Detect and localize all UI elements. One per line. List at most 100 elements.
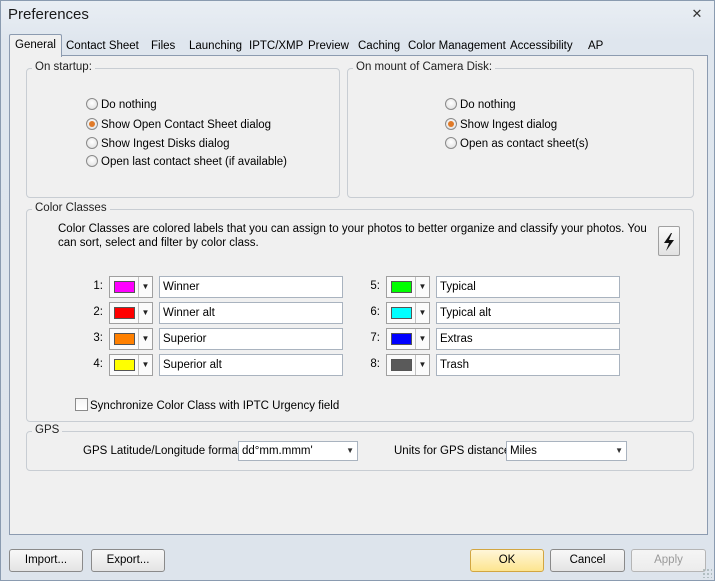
- tab-launching[interactable]: Launching: [186, 37, 245, 56]
- camera-option-open-contact-sheets[interactable]: Open as contact sheet(s): [445, 136, 588, 152]
- color-class-name-field[interactable]: Superior: [159, 328, 343, 350]
- radio-label: Open last contact sheet (if available): [101, 156, 288, 168]
- dropdown-arrow-icon[interactable]: ▼: [138, 303, 152, 323]
- tab-iptc-xmp[interactable]: IPTC/XMP: [246, 37, 306, 56]
- color-class-number: 3:: [93, 332, 103, 344]
- tab-accessibility[interactable]: Accessibility: [507, 37, 576, 56]
- gps-group: GPS GPS Latitude/Longitude format: dd°mm…: [26, 424, 694, 471]
- startup-option-open-contact-sheet[interactable]: Show Open Contact Sheet dialog: [86, 117, 271, 133]
- radio-icon[interactable]: [86, 136, 98, 149]
- color-picker-button[interactable]: ▼: [386, 328, 430, 350]
- dropdown-arrow-icon[interactable]: ▼: [415, 329, 429, 349]
- color-picker-button[interactable]: ▼: [109, 302, 153, 324]
- gps-format-label: GPS Latitude/Longitude format:: [83, 445, 245, 457]
- color-swatch: [114, 281, 135, 293]
- camera-option-ingest-dialog[interactable]: Show Ingest dialog: [445, 117, 557, 133]
- sync-checkbox[interactable]: [75, 398, 88, 412]
- import-button[interactable]: Import...: [9, 549, 83, 572]
- radio-icon[interactable]: [445, 97, 457, 110]
- startup-option-ingest-disks[interactable]: Show Ingest Disks dialog: [86, 136, 229, 152]
- color-class-number: 2:: [93, 306, 103, 318]
- color-swatch: [114, 307, 135, 319]
- gps-units-label: Units for GPS distance:: [394, 445, 514, 457]
- color-class-number: 4:: [93, 358, 103, 370]
- color-swatch: [114, 333, 135, 345]
- color-class-number: 7:: [370, 332, 380, 344]
- camera-disk-group-label: On mount of Camera Disk:: [353, 61, 496, 73]
- tab-color-management[interactable]: Color Management: [405, 37, 509, 56]
- sync-iptc-urgency-option[interactable]: Synchronize Color Class with IPTC Urgenc…: [75, 398, 339, 414]
- radio-icon[interactable]: [445, 117, 457, 130]
- color-swatch: [391, 359, 412, 371]
- dropdown-arrow-icon[interactable]: ▼: [138, 355, 152, 375]
- window-title: Preferences: [8, 6, 89, 23]
- startup-option-do-nothing[interactable]: Do nothing: [86, 97, 157, 113]
- color-class-name-field[interactable]: Superior alt: [159, 354, 343, 376]
- color-picker-button[interactable]: ▼: [109, 328, 153, 350]
- color-swatch: [391, 333, 412, 345]
- gps-group-label: GPS: [32, 424, 63, 436]
- color-class-name-field[interactable]: Typical: [436, 276, 620, 298]
- color-class-name-field[interactable]: Typical alt: [436, 302, 620, 324]
- cancel-button[interactable]: Cancel: [550, 549, 625, 572]
- title-bar: Preferences ✕: [1, 1, 714, 31]
- chevron-down-icon[interactable]: ▼: [346, 442, 354, 460]
- color-picker-button[interactable]: ▼: [109, 276, 153, 298]
- color-picker-button[interactable]: ▼: [109, 354, 153, 376]
- color-class-number: 5:: [370, 280, 380, 292]
- dropdown-arrow-icon[interactable]: ▼: [415, 355, 429, 375]
- color-classes-action-button[interactable]: [658, 226, 680, 256]
- tab-caching[interactable]: Caching: [355, 37, 403, 56]
- gps-units-select[interactable]: Miles ▼: [506, 441, 627, 461]
- color-classes-group: Color Classes Color Classes are colored …: [26, 202, 694, 422]
- tab-preview[interactable]: Preview: [305, 37, 352, 56]
- tab-contact-sheet[interactable]: Contact Sheet: [63, 37, 142, 56]
- startup-group: On startup: Do nothing Show Open Contact…: [26, 61, 340, 198]
- startup-option-open-last[interactable]: Open last contact sheet (if available): [86, 154, 287, 170]
- radio-label: Show Open Contact Sheet dialog: [101, 119, 272, 131]
- dropdown-arrow-icon[interactable]: ▼: [138, 329, 152, 349]
- tab-bar: General Contact Sheet Files Launching IP…: [9, 34, 709, 57]
- color-class-name-field[interactable]: Winner alt: [159, 302, 343, 324]
- color-swatch: [391, 281, 412, 293]
- radio-icon[interactable]: [445, 136, 457, 149]
- resize-grip-icon[interactable]: [702, 568, 712, 578]
- close-icon[interactable]: ✕: [690, 7, 704, 21]
- sync-checkbox-label: Synchronize Color Class with IPTC Urgenc…: [90, 400, 340, 412]
- radio-icon[interactable]: [86, 154, 98, 167]
- color-classes-description: Color Classes are colored labels that yo…: [58, 223, 647, 249]
- color-class-number: 6:: [370, 306, 380, 318]
- radio-icon[interactable]: [86, 97, 98, 110]
- ok-button[interactable]: OK: [470, 549, 544, 572]
- gps-format-value: dd°mm.mmm': [242, 445, 313, 457]
- color-swatch: [114, 359, 135, 371]
- radio-icon[interactable]: [86, 117, 98, 130]
- color-class-name-field[interactable]: Winner: [159, 276, 343, 298]
- color-class-number: 8:: [370, 358, 380, 370]
- dropdown-arrow-icon[interactable]: ▼: [138, 277, 152, 297]
- dropdown-arrow-icon[interactable]: ▼: [415, 303, 429, 323]
- apply-button[interactable]: Apply: [631, 549, 706, 572]
- export-button[interactable]: Export...: [91, 549, 165, 572]
- color-picker-button[interactable]: ▼: [386, 354, 430, 376]
- color-picker-button[interactable]: ▼: [386, 276, 430, 298]
- radio-label: Do nothing: [101, 99, 157, 111]
- chevron-down-icon[interactable]: ▼: [615, 442, 623, 460]
- color-class-name-field[interactable]: Extras: [436, 328, 620, 350]
- tab-ap[interactable]: AP: [585, 37, 606, 56]
- color-picker-button[interactable]: ▼: [386, 302, 430, 324]
- radio-label: Show Ingest dialog: [460, 119, 558, 131]
- radio-label: Show Ingest Disks dialog: [101, 138, 230, 150]
- color-classes-group-label: Color Classes: [32, 202, 110, 214]
- preferences-window: Preferences ✕ General Contact Sheet File…: [0, 0, 715, 581]
- camera-disk-group: On mount of Camera Disk: Do nothing Show…: [347, 61, 694, 198]
- tab-general[interactable]: General: [9, 34, 62, 57]
- tab-files[interactable]: Files: [148, 37, 178, 56]
- radio-label: Do nothing: [460, 99, 516, 111]
- gps-format-select[interactable]: dd°mm.mmm' ▼: [238, 441, 358, 461]
- startup-group-label: On startup:: [32, 61, 95, 73]
- radio-label: Open as contact sheet(s): [460, 138, 589, 150]
- color-class-name-field[interactable]: Trash: [436, 354, 620, 376]
- camera-option-do-nothing[interactable]: Do nothing: [445, 97, 516, 113]
- dropdown-arrow-icon[interactable]: ▼: [415, 277, 429, 297]
